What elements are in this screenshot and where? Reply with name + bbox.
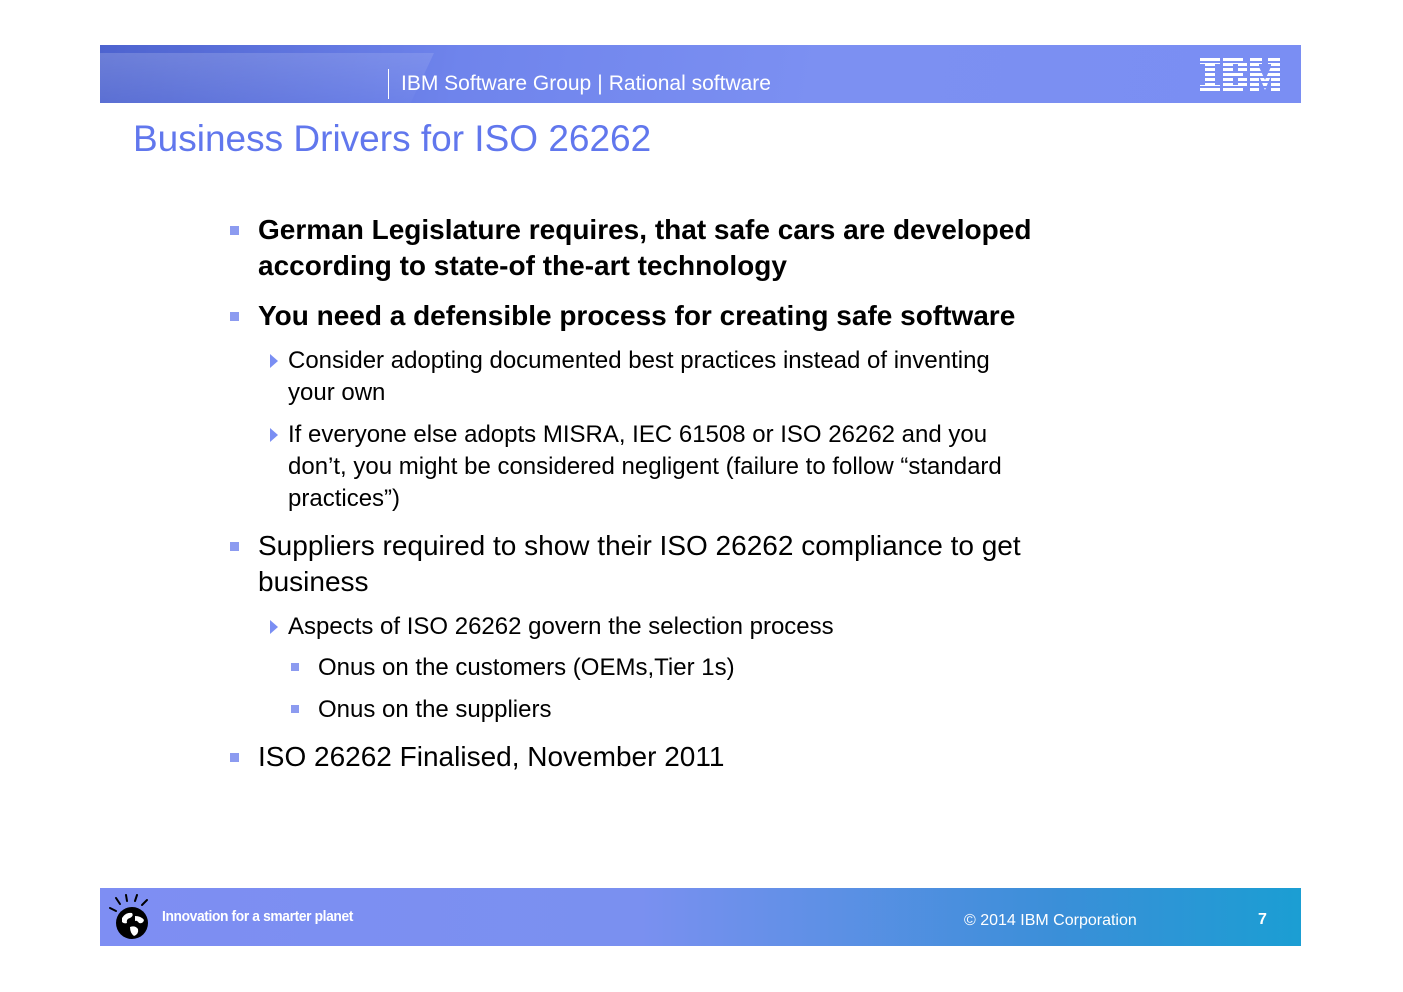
header-decoration [100, 53, 434, 103]
slide-title: Business Drivers for ISO 26262 [133, 118, 652, 159]
sub-2-1-line-2: your own [288, 379, 386, 406]
page-number: 7 [1258, 911, 1267, 928]
square-bullet-icon [230, 542, 239, 551]
triangle-bullet-icon [270, 620, 278, 634]
sub-3-1-2-text: Onus on the suppliers [318, 696, 552, 723]
footer-copyright: © 2014 IBM Corporation [964, 912, 1137, 929]
sub-2-2-line-1: If everyone else adopts MISRA, IEC 61508… [288, 421, 988, 448]
bullet-2-line-1: You need a defensible process for creati… [258, 300, 1016, 331]
footer-band: Innovation for a smarter planet © 2014 I… [100, 888, 1301, 946]
sub-3-1-line-1: Aspects of ISO 26262 govern the selectio… [288, 613, 834, 640]
bullet-3-line-2: business [258, 566, 369, 597]
square-bullet-icon [230, 753, 239, 762]
sub-2-2-line-3: practices”) [288, 485, 401, 512]
smarter-planet-globe-icon [109, 894, 148, 939]
sub-3-1-1-text: Onus on the customers (OEMs,Tier 1s) [318, 654, 735, 681]
header-group: IBM Software Group [401, 72, 592, 95]
square-bullet-icon [230, 312, 239, 321]
bullet-1-line-1: German Legislature requires, that safe c… [258, 214, 1032, 245]
bullet-3-line-1: Suppliers required to show their ISO 262… [258, 530, 1021, 561]
header-division: Rational software [608, 72, 771, 95]
header-label: IBM Software Group | Rational software [388, 69, 771, 99]
square-bullet-icon [291, 663, 299, 671]
bullet-1-line-2: according to state-of the-art technology [258, 250, 787, 281]
sub-2-1-line-1: Consider adopting documented best practi… [288, 347, 990, 374]
bullet-4-line-1: ISO 26262 Finalised, November 2011 [258, 741, 725, 772]
ibm-logo-icon [1200, 58, 1280, 91]
header-band: IBM Software Group | Rational software [100, 45, 1301, 103]
triangle-bullet-icon [270, 428, 278, 442]
triangle-bullet-icon [270, 354, 278, 368]
header-separator: | [597, 72, 603, 95]
square-bullet-icon [291, 705, 299, 713]
sub-2-2-line-2: don’t, you might be considered negligent… [288, 453, 1002, 480]
square-bullet-icon [230, 226, 239, 235]
footer-tagline: Innovation for a smarter planet [162, 908, 354, 925]
